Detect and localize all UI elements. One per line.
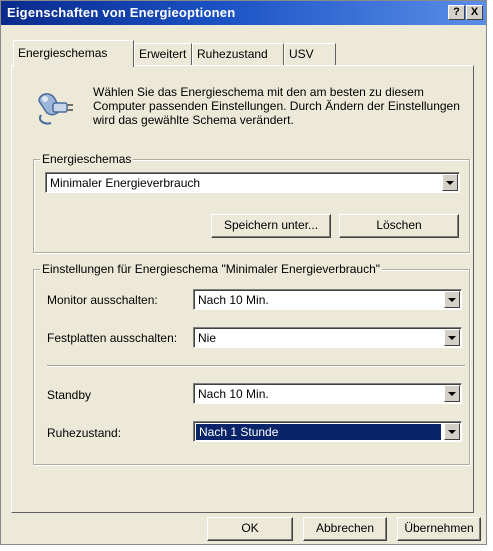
tab-label: USV: [289, 47, 314, 61]
close-button[interactable]: X: [466, 5, 483, 20]
tab-usv[interactable]: USV: [284, 43, 336, 65]
tab-energieschemas[interactable]: Energieschemas: [13, 40, 134, 67]
hibernate-select[interactable]: Nach 1 Stunde: [193, 421, 462, 442]
ok-button[interactable]: OK: [207, 517, 293, 541]
close-icon: X: [470, 6, 479, 18]
chevron-down-icon[interactable]: [442, 174, 458, 191]
apply-button[interactable]: Übernehmen: [397, 517, 481, 541]
tab-label: Erweitert: [139, 47, 187, 61]
power-options-dialog: Eigenschaften von Energieoptionen ? X En…: [0, 0, 487, 545]
help-button[interactable]: ?: [448, 5, 465, 20]
chevron-down-icon[interactable]: [444, 385, 460, 402]
chevron-down-icon[interactable]: [444, 291, 460, 308]
delete-button[interactable]: Löschen: [339, 214, 459, 238]
schemes-legend: Energieschemas: [40, 152, 134, 166]
settings-separator: [47, 365, 465, 367]
power-plug-icon: [38, 93, 73, 125]
standby-select-value: Nach 10 Min.: [198, 387, 269, 401]
window-title: Eigenschaften von Energieoptionen: [7, 5, 236, 20]
chevron-down-icon[interactable]: [444, 423, 460, 440]
harddisks-select-value: Nie: [198, 331, 217, 345]
standby-label: Standby: [47, 388, 92, 402]
hibernate-label: Ruhezustand:: [47, 426, 122, 440]
chevron-down-icon[interactable]: [444, 329, 460, 346]
hibernate-select-value: Nach 1 Stunde: [196, 424, 441, 440]
scheme-select-value: Minimaler Energieverbrauch: [50, 176, 201, 190]
tab-label: Energieschemas: [18, 46, 108, 60]
tab-ruhezustand[interactable]: Ruhezustand: [192, 43, 284, 65]
monitor-select-value: Nach 10 Min.: [198, 293, 269, 307]
intro-text: Wählen Sie das Energieschema mit den am …: [93, 85, 460, 127]
cancel-button[interactable]: Abbrechen: [303, 517, 387, 541]
save-as-button[interactable]: Speichern unter...: [211, 214, 331, 238]
tab-label: Ruhezustand: [197, 47, 268, 61]
title-bar[interactable]: Eigenschaften von Energieoptionen ? X: [1, 1, 486, 25]
monitor-select[interactable]: Nach 10 Min.: [193, 289, 462, 310]
tab-erweitert[interactable]: Erweitert: [134, 43, 192, 65]
harddisks-label: Festplatten ausschalten:: [47, 331, 178, 345]
standby-select[interactable]: Nach 10 Min.: [193, 383, 462, 404]
scheme-select[interactable]: Minimaler Energieverbrauch: [45, 172, 460, 193]
monitor-label: Monitor ausschalten:: [47, 293, 158, 307]
harddisks-select[interactable]: Nie: [193, 327, 462, 348]
settings-legend: Einstellungen für Energieschema "Minimal…: [40, 262, 383, 276]
help-icon: ?: [453, 6, 460, 18]
